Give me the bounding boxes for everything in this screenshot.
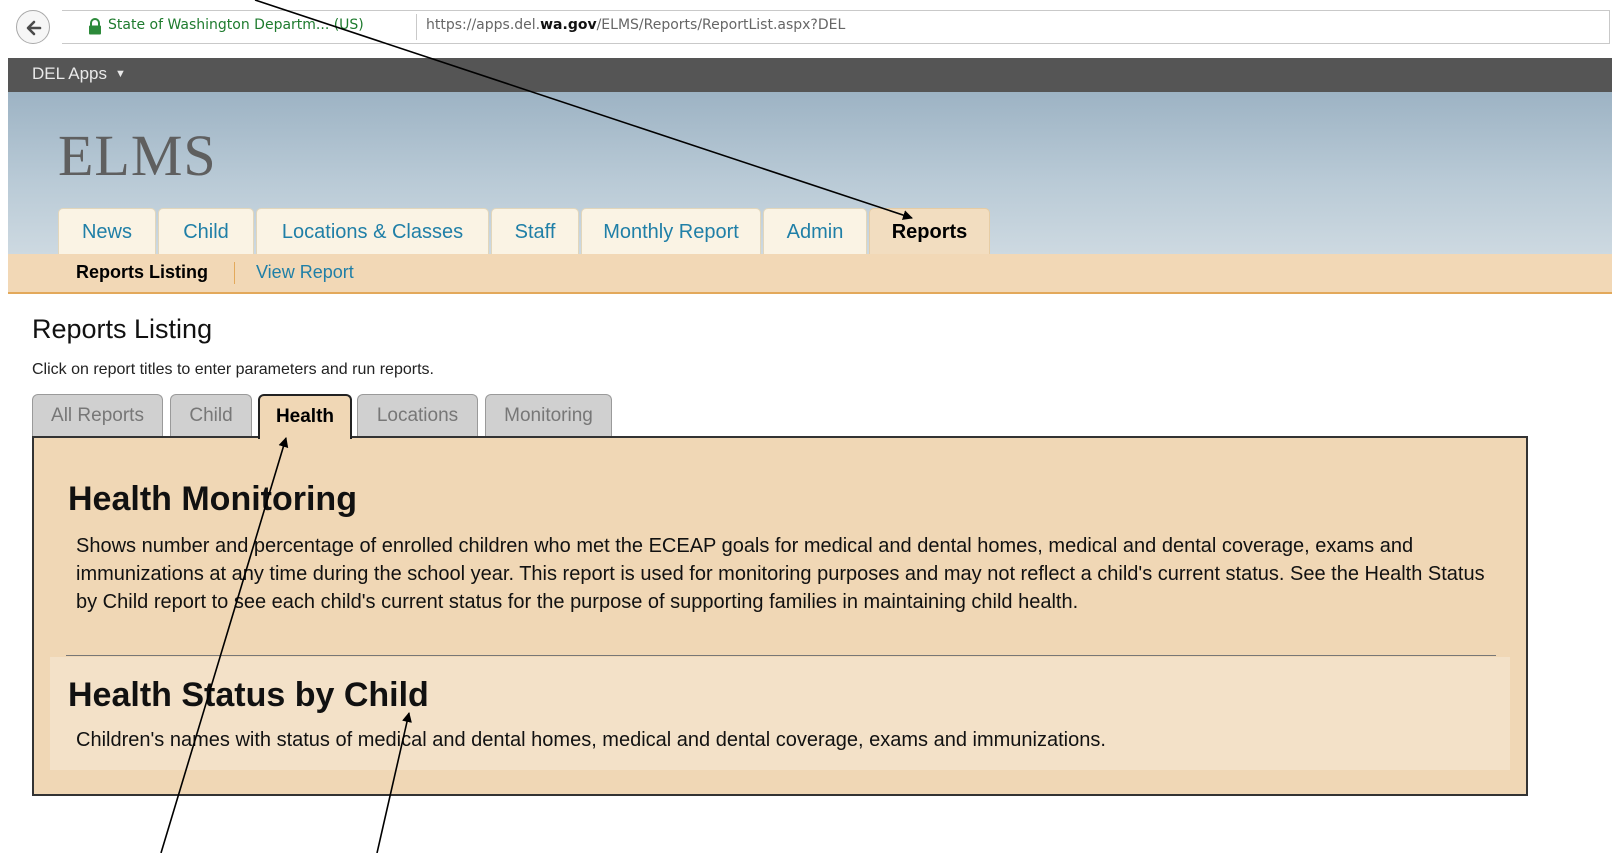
report-tab-health[interactable]: Health [258, 394, 352, 439]
site-identity[interactable]: State of Washington Departm... (US) [108, 17, 364, 33]
url-separator [416, 14, 417, 40]
tab-news[interactable]: News [58, 208, 156, 254]
subnav-separator [234, 262, 235, 284]
lock-icon [89, 18, 101, 35]
intro-text: Click on report titles to enter paramete… [32, 361, 434, 378]
browser-address-bar: State of Washington Departm... (US) http… [0, 0, 1612, 58]
subnav-reports-listing[interactable]: Reports Listing [76, 262, 208, 283]
page-title: Reports Listing [32, 314, 213, 344]
reports-panel: Health Monitoring Shows number and perce… [32, 436, 1528, 796]
tab-reports[interactable]: Reports [869, 208, 990, 254]
tab-admin[interactable]: Admin [763, 208, 867, 254]
report-title-health-status-by-child[interactable]: Health Status by Child [68, 676, 429, 715]
report-divider [66, 655, 1496, 656]
del-apps-label: DEL Apps [32, 64, 107, 83]
tab-monthly-report[interactable]: Monthly Report [581, 208, 761, 254]
report-tab-all-reports[interactable]: All Reports [32, 394, 163, 437]
report-title-health-monitoring[interactable]: Health Monitoring [68, 480, 357, 519]
del-apps-menu[interactable]: DEL Apps ▼ [32, 64, 126, 84]
app-header: ELMS News Child Locations & Classes Staf… [8, 92, 1612, 254]
back-arrow-icon [26, 20, 42, 36]
apps-bar: DEL Apps ▼ [8, 58, 1612, 92]
report-desc-health-monitoring: Shows number and percentage of enrolled … [76, 535, 1485, 613]
app-title: ELMS [58, 123, 217, 188]
url-text[interactable]: https://apps.del.wa.gov/ELMS/Reports/Rep… [426, 17, 845, 33]
url-prefix: https://apps.del. [426, 17, 541, 33]
back-button[interactable] [16, 10, 50, 44]
tab-staff[interactable]: Staff [491, 208, 579, 254]
tab-child[interactable]: Child [158, 208, 254, 254]
report-tab-locations[interactable]: Locations [357, 394, 478, 437]
subnav-view-report[interactable]: View Report [256, 262, 354, 283]
dropdown-caret-icon: ▼ [114, 68, 126, 80]
report-tab-monitoring[interactable]: Monitoring [485, 394, 612, 437]
url-domain: wa.gov [540, 17, 597, 33]
sub-navigation: Reports Listing View Report [8, 254, 1612, 294]
tab-locations-classes[interactable]: Locations & Classes [256, 208, 489, 254]
report-tab-child[interactable]: Child [170, 394, 252, 437]
url-path: /ELMS/Reports/ReportList.aspx?DEL [596, 17, 846, 33]
report-desc-health-status-by-child: Children's names with status of medical … [76, 729, 1106, 751]
